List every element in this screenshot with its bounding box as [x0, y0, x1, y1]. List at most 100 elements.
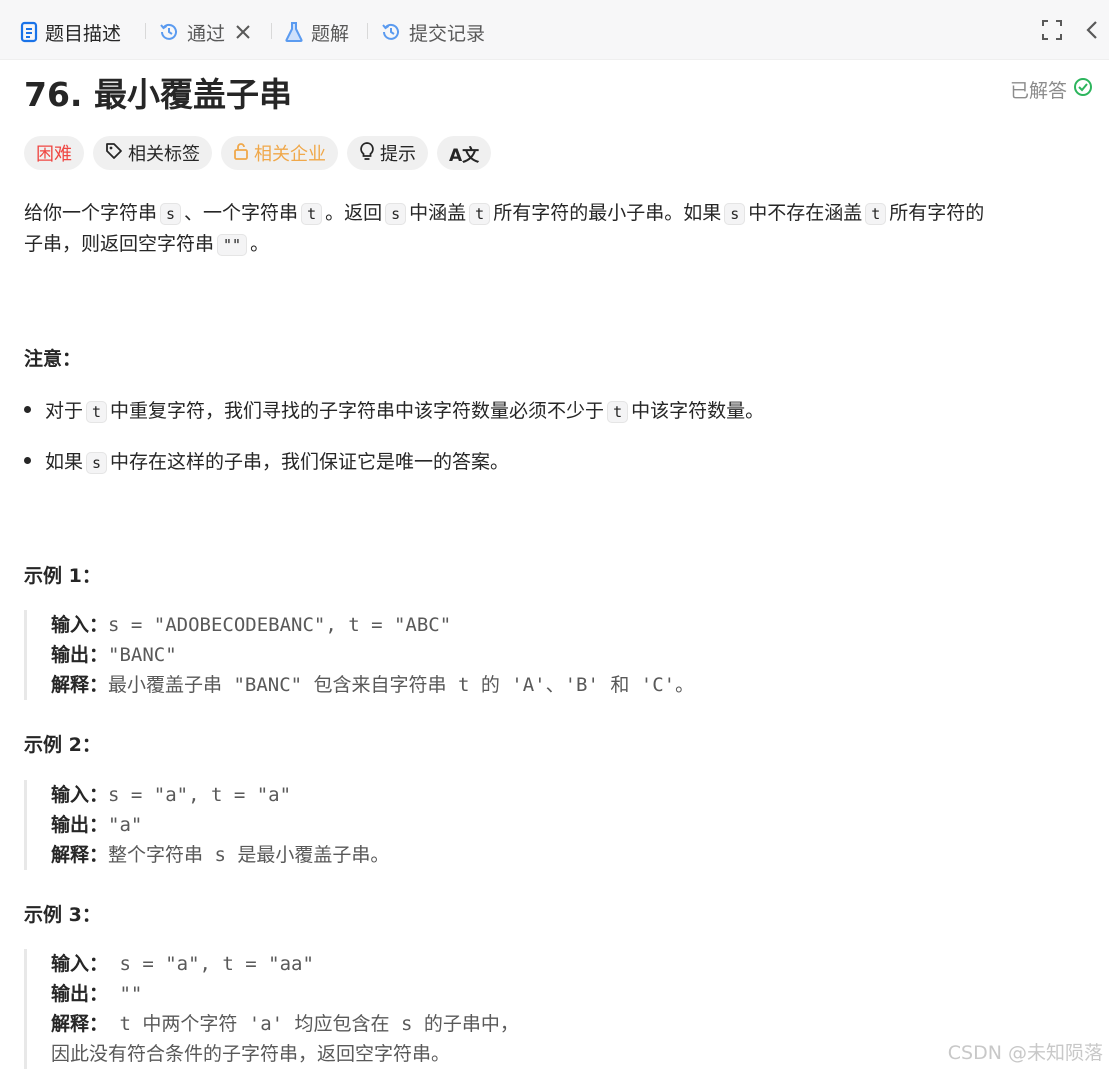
- inline-code: t: [301, 203, 323, 225]
- translate-icon: A文: [449, 145, 480, 166]
- lock-icon: [233, 142, 254, 165]
- tab-divider: [367, 23, 368, 39]
- output-label: 输出：: [51, 644, 109, 666]
- page-title: 76. 最小覆盖子串: [24, 75, 292, 114]
- bullet: [24, 406, 31, 413]
- tab-solutions[interactable]: 题解: [284, 18, 349, 46]
- input-label: 输入：: [51, 953, 109, 975]
- example-block: 输入： s = "a", t = "aa" 输出： "" 解释： t 中两个字符…: [24, 949, 519, 1069]
- inline-code: s: [86, 452, 108, 474]
- desc-text: 中涵盖: [409, 202, 467, 224]
- tag-row: 困难 相关标签 相关企业 提示 A文: [24, 136, 500, 170]
- list-item: 对于 t 中重复字符，我们寻找的子字符串中该字符数量必须不少于 t 中该字符数量。: [24, 396, 764, 427]
- explain-value: 最小覆盖子串 "BANC" 包含来自字符串 t 的 'A'、'B' 和 'C'。: [108, 674, 695, 696]
- input-value: s = "a", t = "a": [108, 784, 292, 806]
- inline-code: "": [217, 234, 248, 256]
- explain-value: t 中两个字符 'a' 均应包含在 s 的子串中，: [108, 1013, 519, 1035]
- tab-label: 通过: [187, 22, 226, 45]
- inline-code: s: [724, 203, 746, 225]
- tab-label: 题目描述: [45, 22, 122, 45]
- flask-icon: [284, 21, 304, 43]
- explain-label: 解释：: [51, 844, 109, 866]
- tab-bar: 题目描述 通过 题解 提交记录: [0, 0, 1109, 60]
- note-text: 中该字符数量。: [631, 400, 765, 422]
- example-output: 输出： "": [51, 979, 519, 1009]
- inline-code: s: [385, 203, 407, 225]
- chevron-left-icon[interactable]: [1084, 19, 1100, 45]
- tab-label: 提交记录: [409, 22, 486, 45]
- explain-label: 解释：: [51, 1013, 109, 1035]
- translate-button[interactable]: A文: [437, 136, 492, 170]
- note-text: 如果: [45, 451, 84, 473]
- output-value: "": [108, 983, 143, 1005]
- inline-code: t: [469, 203, 491, 225]
- tab-description[interactable]: 题目描述: [20, 18, 121, 46]
- close-icon[interactable]: [235, 24, 251, 40]
- notes-heading: 注意：: [24, 348, 82, 370]
- example-explanation: 解释：最小覆盖子串 "BANC" 包含来自字符串 t 的 'A'、'B' 和 '…: [51, 670, 694, 700]
- desc-text: 所有字符的: [889, 202, 985, 224]
- example-heading: 示例 2：: [24, 734, 101, 756]
- check-circle-icon: [1067, 77, 1093, 102]
- document-icon: [20, 21, 38, 43]
- related-tags-button[interactable]: 相关标签: [93, 136, 212, 170]
- tab-accepted[interactable]: 通过: [158, 18, 251, 46]
- problem-description: 给你一个字符串 s 、一个字符串 t 。返回 s 中涵盖 t 所有字符的最小子串。如果 s 中不存在…: [24, 198, 1099, 260]
- desc-text: 所有字符的最小子串。如果: [493, 202, 722, 224]
- explain-value: 整个字符串 s 是最小覆盖子串。: [108, 844, 390, 866]
- example-explanation: 解释： t 中两个字符 'a' 均应包含在 s 的子串中，: [51, 1009, 519, 1039]
- tab-divider: [145, 23, 146, 39]
- difficulty-label: 困难: [36, 144, 72, 165]
- related-companies-label: 相关企业: [254, 144, 326, 165]
- example-output: 输出："a": [51, 810, 389, 840]
- example-heading: 示例 3：: [24, 904, 101, 926]
- desc-text: 中不存在涵盖: [748, 202, 863, 224]
- output-label: 输出：: [51, 814, 109, 836]
- hint-label: 提示: [380, 144, 416, 165]
- note-text: 中重复字符，我们寻找的子字符串中该字符数量必须不少于: [110, 400, 605, 422]
- solved-label: 已解答: [1009, 80, 1067, 102]
- solved-status: 已解答: [1010, 76, 1093, 103]
- inline-code: t: [607, 401, 629, 423]
- output-label: 输出：: [51, 983, 109, 1005]
- lightbulb-icon: [359, 141, 380, 166]
- input-value: s = "ADOBECODEBANC", t = "ABC": [108, 614, 452, 636]
- list-item: 如果 s 中存在这样的子串，我们保证它是唯一的答案。: [24, 447, 509, 478]
- note-text: 中存在这样的子串，我们保证它是唯一的答案。: [110, 451, 510, 473]
- example-heading: 示例 1：: [24, 565, 101, 587]
- explain-label: 解释：: [51, 674, 109, 696]
- tag-icon: [105, 142, 128, 165]
- related-companies-button[interactable]: 相关企业: [221, 136, 338, 170]
- desc-text: 给你一个字符串: [24, 202, 158, 224]
- input-label: 输入：: [51, 784, 109, 806]
- watermark: CSDN @未知陨落: [947, 1042, 1103, 1064]
- input-value: s = "a", t = "aa": [108, 953, 314, 975]
- desc-text: 、一个字符串: [184, 202, 299, 224]
- fullscreen-icon[interactable]: [1041, 19, 1063, 45]
- example-block: 输入：s = "ADOBECODEBANC", t = "ABC" 输出："BA…: [24, 610, 694, 700]
- related-tags-label: 相关标签: [128, 144, 200, 165]
- example-output: 输出："BANC": [51, 640, 694, 670]
- difficulty-badge: 困难: [24, 136, 84, 170]
- inline-code: s: [160, 203, 182, 225]
- example-explanation: 解释：整个字符串 s 是最小覆盖子串。: [51, 840, 389, 870]
- example-input: 输入： s = "a", t = "aa": [51, 949, 519, 979]
- example-input: 输入：s = "a", t = "a": [51, 780, 389, 810]
- tab-submissions[interactable]: 提交记录: [380, 18, 485, 46]
- desc-text: 。: [250, 233, 270, 255]
- input-label: 输入：: [51, 614, 109, 636]
- example-explanation-continued: 因此没有符合条件的子字符串，返回空字符串。: [51, 1043, 451, 1065]
- history-icon: [158, 21, 180, 43]
- inline-code: t: [86, 401, 108, 423]
- history-icon: [380, 21, 402, 43]
- tab-divider: [271, 23, 272, 39]
- tab-label: 题解: [311, 22, 350, 45]
- output-value: "a": [108, 814, 143, 836]
- example-block: 输入：s = "a", t = "a" 输出："a" 解释：整个字符串 s 是最…: [24, 780, 389, 870]
- inline-code: t: [865, 203, 887, 225]
- output-value: "BANC": [108, 644, 177, 666]
- hint-button[interactable]: 提示: [347, 136, 428, 170]
- note-text: 对于: [45, 400, 84, 422]
- bullet: [24, 457, 31, 464]
- desc-text: 子串，则返回空字符串: [24, 233, 215, 255]
